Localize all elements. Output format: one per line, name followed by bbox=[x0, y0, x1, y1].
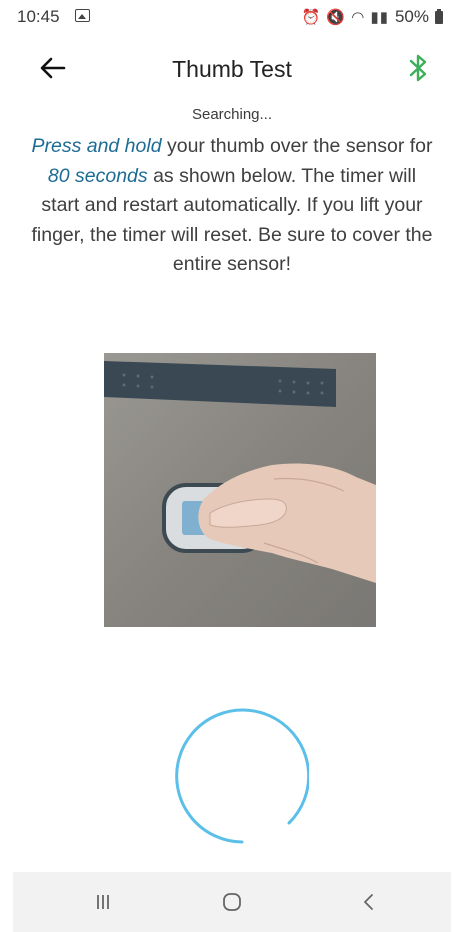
recent-apps-icon bbox=[97, 895, 109, 909]
status-right-group: ⏰ 🔇 ◠ ▮▮ 50% bbox=[302, 7, 443, 27]
instruction-emphasis-duration: 80 seconds bbox=[47, 164, 148, 187]
battery-percent: 50% bbox=[394, 7, 429, 26]
app-screen: 10:45 ⏰ 🔇 ◠ ▮▮ 50% Thumb Test Searching.… bbox=[13, 0, 451, 932]
loading-spinner bbox=[175, 708, 309, 844]
bluetooth-button[interactable] bbox=[399, 48, 439, 88]
recent-apps-button[interactable] bbox=[63, 872, 143, 932]
bluetooth-icon bbox=[409, 54, 427, 82]
system-nav-bar bbox=[13, 872, 451, 932]
home-icon bbox=[223, 893, 241, 911]
status-indicator-icons: ⏰ 🔇 ◠ ▮▮ bbox=[301, 9, 389, 26]
image-icon bbox=[75, 9, 90, 22]
instruction-emphasis-hold: Press and hold bbox=[31, 135, 162, 157]
instructions-text: Press and hold your thumb over the senso… bbox=[27, 132, 437, 280]
status-time: 10:45 bbox=[17, 7, 60, 26]
app-bar: Thumb Test bbox=[13, 40, 451, 96]
system-back-button[interactable] bbox=[328, 872, 408, 932]
battery-icon bbox=[435, 8, 443, 24]
status-bar: 10:45 ⏰ 🔇 ◠ ▮▮ 50% bbox=[13, 0, 451, 32]
home-button[interactable] bbox=[192, 872, 272, 932]
sensor-illustration bbox=[104, 353, 376, 627]
instruction-text-1: your thumb over the sensor for bbox=[161, 135, 433, 157]
sensor-demo-image bbox=[104, 353, 376, 627]
back-icon bbox=[364, 894, 373, 910]
search-status: Searching... bbox=[191, 106, 273, 123]
page-title: Thumb Test bbox=[172, 56, 292, 82]
